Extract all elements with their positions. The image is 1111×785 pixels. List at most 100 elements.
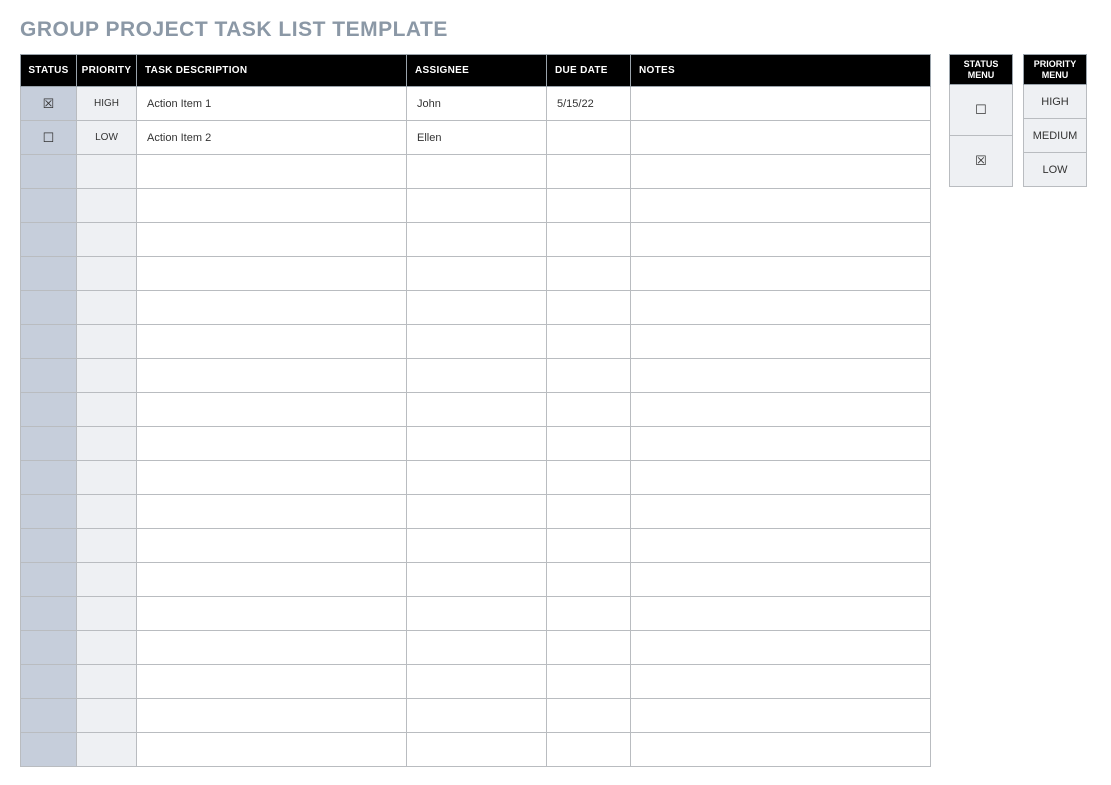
notes-cell[interactable] bbox=[631, 121, 931, 155]
task-cell[interactable] bbox=[137, 189, 407, 223]
notes-cell[interactable] bbox=[631, 427, 931, 461]
task-cell[interactable] bbox=[137, 257, 407, 291]
notes-cell[interactable] bbox=[631, 529, 931, 563]
due-cell[interactable]: 5/15/22 bbox=[547, 87, 631, 121]
table-row[interactable] bbox=[21, 631, 931, 665]
task-cell[interactable] bbox=[137, 393, 407, 427]
priority-cell[interactable] bbox=[77, 155, 137, 189]
priority-cell[interactable] bbox=[77, 699, 137, 733]
status-cell[interactable] bbox=[21, 427, 77, 461]
status-cell[interactable]: ☐ bbox=[21, 121, 77, 155]
priority-cell[interactable] bbox=[77, 223, 137, 257]
status-cell[interactable] bbox=[21, 155, 77, 189]
priority-menu-item[interactable]: LOW bbox=[1024, 153, 1087, 187]
assignee-cell[interactable]: Ellen bbox=[407, 121, 547, 155]
assignee-cell[interactable] bbox=[407, 325, 547, 359]
due-cell[interactable] bbox=[547, 733, 631, 767]
status-menu-item[interactable]: ☐ bbox=[950, 85, 1013, 136]
assignee-cell[interactable] bbox=[407, 155, 547, 189]
task-cell[interactable] bbox=[137, 461, 407, 495]
priority-cell[interactable] bbox=[77, 733, 137, 767]
task-cell[interactable] bbox=[137, 631, 407, 665]
assignee-cell[interactable]: John bbox=[407, 87, 547, 121]
assignee-cell[interactable] bbox=[407, 597, 547, 631]
table-row[interactable] bbox=[21, 461, 931, 495]
status-cell[interactable] bbox=[21, 563, 77, 597]
due-cell[interactable] bbox=[547, 563, 631, 597]
priority-cell[interactable]: LOW bbox=[77, 121, 137, 155]
assignee-cell[interactable] bbox=[407, 563, 547, 597]
notes-cell[interactable] bbox=[631, 563, 931, 597]
status-cell[interactable] bbox=[21, 495, 77, 529]
priority-cell[interactable] bbox=[77, 427, 137, 461]
task-cell[interactable] bbox=[137, 563, 407, 597]
task-cell[interactable] bbox=[137, 325, 407, 359]
priority-cell[interactable] bbox=[77, 291, 137, 325]
status-menu-item[interactable]: ☒ bbox=[950, 136, 1013, 187]
due-cell[interactable] bbox=[547, 427, 631, 461]
notes-cell[interactable] bbox=[631, 155, 931, 189]
priority-cell[interactable] bbox=[77, 359, 137, 393]
status-cell[interactable] bbox=[21, 257, 77, 291]
table-row[interactable]: ☒HIGHAction Item 1John5/15/22 bbox=[21, 87, 931, 121]
table-row[interactable] bbox=[21, 291, 931, 325]
assignee-cell[interactable] bbox=[407, 393, 547, 427]
due-cell[interactable] bbox=[547, 291, 631, 325]
due-cell[interactable] bbox=[547, 665, 631, 699]
task-cell[interactable]: Action Item 1 bbox=[137, 87, 407, 121]
table-row[interactable] bbox=[21, 393, 931, 427]
due-cell[interactable] bbox=[547, 189, 631, 223]
task-cell[interactable] bbox=[137, 665, 407, 699]
table-row[interactable] bbox=[21, 563, 931, 597]
assignee-cell[interactable] bbox=[407, 223, 547, 257]
notes-cell[interactable] bbox=[631, 699, 931, 733]
assignee-cell[interactable] bbox=[407, 733, 547, 767]
task-cell[interactable] bbox=[137, 733, 407, 767]
priority-cell[interactable] bbox=[77, 189, 137, 223]
status-cell[interactable] bbox=[21, 631, 77, 665]
status-cell[interactable] bbox=[21, 223, 77, 257]
due-cell[interactable] bbox=[547, 461, 631, 495]
due-cell[interactable] bbox=[547, 257, 631, 291]
table-row[interactable] bbox=[21, 597, 931, 631]
task-cell[interactable]: Action Item 2 bbox=[137, 121, 407, 155]
priority-cell[interactable] bbox=[77, 257, 137, 291]
table-row[interactable] bbox=[21, 155, 931, 189]
task-cell[interactable] bbox=[137, 291, 407, 325]
notes-cell[interactable] bbox=[631, 393, 931, 427]
notes-cell[interactable] bbox=[631, 733, 931, 767]
task-cell[interactable] bbox=[137, 155, 407, 189]
status-cell[interactable] bbox=[21, 189, 77, 223]
priority-menu-item[interactable]: HIGH bbox=[1024, 85, 1087, 119]
notes-cell[interactable] bbox=[631, 291, 931, 325]
priority-cell[interactable] bbox=[77, 563, 137, 597]
table-row[interactable] bbox=[21, 359, 931, 393]
notes-cell[interactable] bbox=[631, 325, 931, 359]
assignee-cell[interactable] bbox=[407, 461, 547, 495]
task-cell[interactable] bbox=[137, 359, 407, 393]
table-row[interactable] bbox=[21, 223, 931, 257]
due-cell[interactable] bbox=[547, 325, 631, 359]
due-cell[interactable] bbox=[547, 699, 631, 733]
due-cell[interactable] bbox=[547, 631, 631, 665]
assignee-cell[interactable] bbox=[407, 699, 547, 733]
task-cell[interactable] bbox=[137, 597, 407, 631]
status-cell[interactable] bbox=[21, 597, 77, 631]
notes-cell[interactable] bbox=[631, 223, 931, 257]
assignee-cell[interactable] bbox=[407, 631, 547, 665]
task-cell[interactable] bbox=[137, 223, 407, 257]
assignee-cell[interactable] bbox=[407, 359, 547, 393]
due-cell[interactable] bbox=[547, 359, 631, 393]
due-cell[interactable] bbox=[547, 393, 631, 427]
status-cell[interactable] bbox=[21, 699, 77, 733]
task-cell[interactable] bbox=[137, 495, 407, 529]
notes-cell[interactable] bbox=[631, 257, 931, 291]
priority-cell[interactable] bbox=[77, 597, 137, 631]
status-cell[interactable] bbox=[21, 393, 77, 427]
status-cell[interactable] bbox=[21, 291, 77, 325]
task-cell[interactable] bbox=[137, 699, 407, 733]
notes-cell[interactable] bbox=[631, 189, 931, 223]
priority-cell[interactable] bbox=[77, 631, 137, 665]
priority-cell[interactable] bbox=[77, 665, 137, 699]
assignee-cell[interactable] bbox=[407, 427, 547, 461]
